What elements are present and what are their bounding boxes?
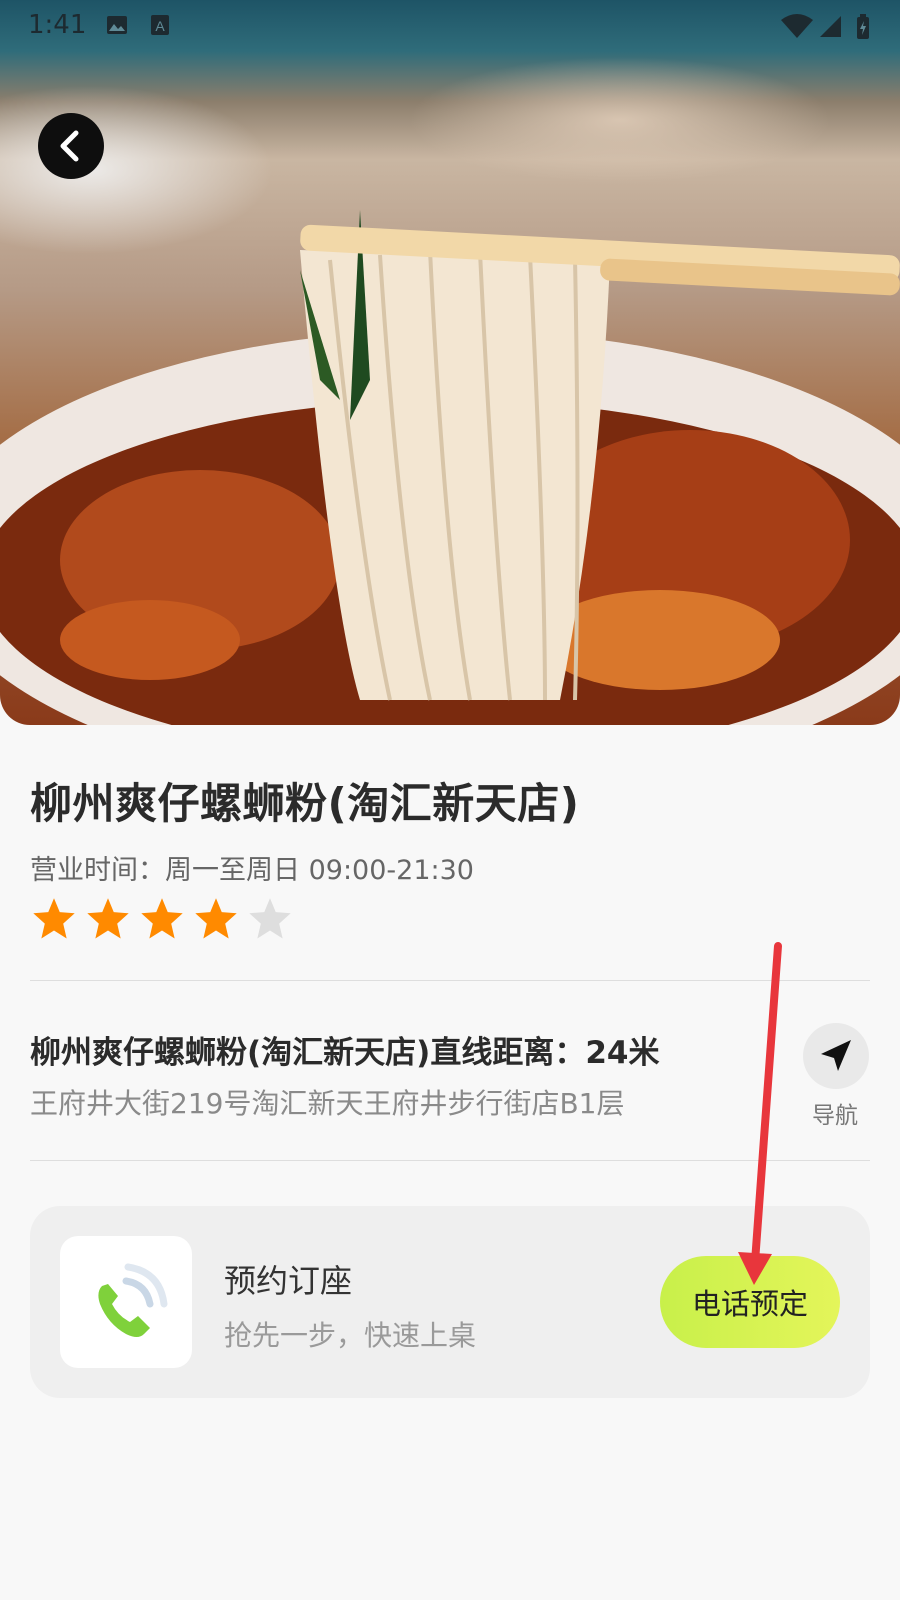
- divider: [30, 1160, 870, 1161]
- rating-stars: [30, 896, 300, 942]
- status-bar: 1:41 A: [0, 0, 900, 50]
- back-button[interactable]: [38, 113, 104, 179]
- distance-text: 柳州爽仔螺蛳粉(淘汇新天店)直线距离：24米: [30, 1035, 660, 1071]
- star-filled-icon: [195, 898, 237, 939]
- star-filled-icon: [33, 898, 75, 939]
- divider: [30, 980, 870, 981]
- reservation-title: 预约订座: [224, 1262, 353, 1300]
- phone-reserve-button[interactable]: 电话预定: [660, 1256, 840, 1348]
- noodle-dish-illustration: [0, 210, 900, 725]
- navigation-arrow-icon: [821, 1040, 851, 1071]
- image-icon: [107, 16, 127, 34]
- restaurant-name: 柳州爽仔螺蛳粉(淘汇新天店): [30, 779, 580, 828]
- reservation-card: 预约订座 抢先一步，快速上桌 电话预定: [30, 1206, 870, 1398]
- phone-icon-box: [60, 1236, 192, 1368]
- text-a-icon: A: [151, 15, 169, 35]
- navigate-button[interactable]: [803, 1023, 869, 1089]
- star-filled-icon: [141, 898, 183, 939]
- reservation-subtitle: 抢先一步，快速上桌: [224, 1319, 477, 1352]
- status-time: 1:41: [28, 10, 87, 40]
- navigate-label[interactable]: 导航: [812, 1096, 858, 1130]
- business-hours: 营业时间：周一至周日 09:00-21:30: [30, 855, 474, 886]
- star-empty-icon: [249, 898, 291, 939]
- address-text: 王府井大街219号淘汇新天王府井步行街店B1层: [30, 1087, 625, 1120]
- signal-icon: [820, 16, 841, 37]
- battery-icon: [857, 14, 869, 39]
- restaurant-hero-image: [0, 0, 900, 725]
- svg-text:A: A: [155, 18, 165, 34]
- phone-call-icon: [98, 1263, 168, 1337]
- wifi-icon: [781, 14, 813, 38]
- chevron-left-icon: [60, 130, 79, 162]
- star-filled-icon: [87, 898, 129, 939]
